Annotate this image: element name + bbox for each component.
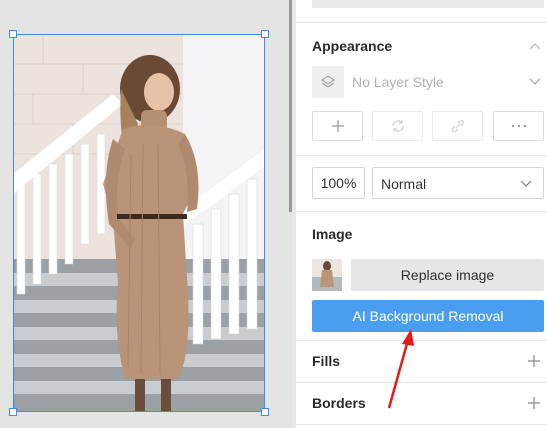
plus-icon[interactable] xyxy=(526,395,542,411)
blend-mode-value: Normal xyxy=(381,176,427,192)
plus-icon xyxy=(331,120,344,132)
fills-title: Fills xyxy=(312,353,341,369)
properties-panel: Appearance No Layer Style 100% Normal Im… xyxy=(296,0,547,428)
ai-background-removal-label: AI Background Removal xyxy=(352,308,504,324)
resize-handle-top-right[interactable] xyxy=(261,30,269,38)
plus-icon[interactable] xyxy=(526,353,542,369)
appearance-title: Appearance xyxy=(312,38,393,54)
blend-mode-select[interactable]: Normal xyxy=(372,167,544,199)
replace-image-label: Replace image xyxy=(400,267,495,283)
chevron-down-icon xyxy=(519,178,533,190)
chevron-up-icon[interactable] xyxy=(528,40,542,52)
resize-handle-top-left[interactable] xyxy=(9,30,17,38)
layer-style-dropdown[interactable]: No Layer Style xyxy=(312,66,544,98)
canvas-scrollbar[interactable] xyxy=(289,0,292,212)
replace-image-button[interactable]: Replace image xyxy=(351,259,544,291)
image-thumbnail[interactable] xyxy=(312,259,342,291)
top-field[interactable] xyxy=(312,0,544,8)
borders-title: Borders xyxy=(312,395,366,411)
resize-handle-bottom-right[interactable] xyxy=(261,408,269,416)
woman-photo xyxy=(13,34,265,412)
resize-handle-bottom-left[interactable] xyxy=(9,408,17,416)
layer-style-label: No Layer Style xyxy=(352,74,444,90)
sync-style-button[interactable] xyxy=(372,111,423,141)
layers-icon xyxy=(312,66,344,98)
chevron-down-icon xyxy=(528,76,542,88)
link-icon xyxy=(451,119,464,133)
annotation-arrow xyxy=(387,329,414,409)
ai-background-removal-button[interactable]: AI Background Removal xyxy=(312,300,544,332)
refresh-icon xyxy=(391,120,404,132)
image-section-title: Image xyxy=(312,226,353,242)
selected-image-layer[interactable] xyxy=(13,34,265,412)
detach-style-button[interactable] xyxy=(432,111,483,141)
opacity-value: 100% xyxy=(320,175,357,191)
opacity-input[interactable]: 100% xyxy=(312,167,365,199)
more-options-button[interactable] xyxy=(493,111,544,141)
more-icon xyxy=(511,124,526,128)
add-layer-style-button[interactable] xyxy=(312,111,363,141)
canvas[interactable] xyxy=(0,0,292,428)
